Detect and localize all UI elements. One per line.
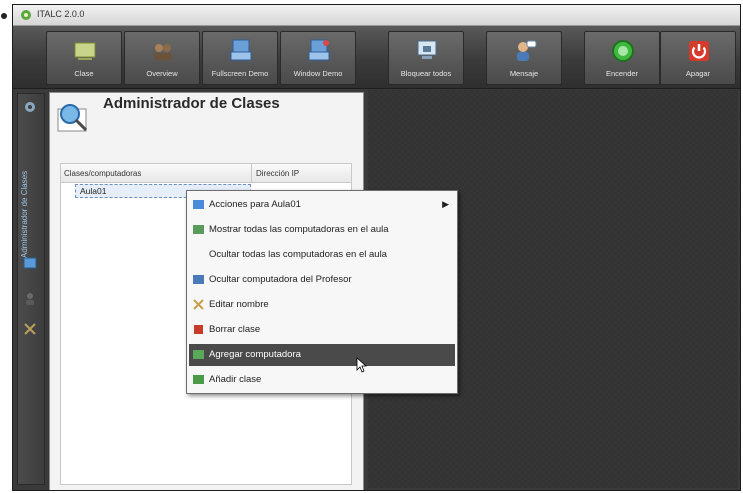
snapshot-icon[interactable]: [23, 256, 37, 270]
message-button[interactable]: Mensaje: [486, 31, 562, 85]
left-sidebar: Administrador de Clases: [17, 93, 45, 485]
menu-item-show-all[interactable]: Mostrar todas las computadoras en el aul…: [189, 219, 455, 241]
message-button-label: Mensaje: [509, 69, 539, 78]
magnifier-icon: [57, 104, 88, 132]
delete-icon: [194, 325, 203, 334]
add-computer-icon: [193, 350, 204, 359]
lock-all-icon: [417, 40, 437, 59]
classroom-icon: [74, 42, 96, 60]
power-off-icon: [689, 41, 709, 61]
overview-icon: [154, 44, 172, 60]
show-all-icon: [193, 225, 204, 234]
lock-all-button-label: Bloquear todos: [400, 69, 452, 78]
menu-item-add-computer[interactable]: Agregar computadora: [189, 344, 455, 366]
menu-item-hide-teacher[interactable]: Ocultar computadora del Profesor: [189, 269, 455, 291]
clase-button-label: Clase: [74, 69, 94, 78]
context-menu: Acciones para Aula01 ▶ Mostrar todas las…: [186, 190, 458, 394]
menu-item-actions[interactable]: Acciones para Aula01 ▶: [189, 194, 455, 216]
power-on-button[interactable]: Encender: [584, 31, 660, 85]
tree-header: Clases/computadoras Dirección IP: [61, 164, 351, 183]
window-title: ITALC 2.0.0: [37, 9, 85, 19]
title-bar: ITALC 2.0.0: [13, 5, 740, 26]
column-header-ip[interactable]: Dirección IP: [256, 169, 299, 178]
menu-item-label: Agregar computadora: [209, 349, 301, 360]
menu-item-label: Borrar clase: [209, 324, 261, 335]
fullscreen-demo-button-label: Fullscreen Demo: [211, 69, 269, 78]
list-bullet: [1, 13, 7, 19]
gear-icon[interactable]: [23, 100, 37, 114]
window-demo-button[interactable]: Window Demo: [280, 31, 356, 85]
menu-item-label: Ocultar todas las computadoras en el aul…: [209, 249, 387, 260]
submenu-arrow-icon: ▶: [442, 199, 449, 209]
app-logo-icon: [21, 10, 31, 20]
column-divider: [251, 164, 252, 182]
menu-item-add-class[interactable]: Añadir clase: [189, 369, 455, 391]
column-header-classes[interactable]: Clases/computadoras: [64, 169, 141, 178]
menu-item-hide-all[interactable]: Ocultar todas las computadoras en el aul…: [189, 244, 455, 266]
window-demo-icon: [308, 39, 330, 61]
message-icon: [517, 40, 537, 61]
window-demo-button-label: Window Demo: [293, 69, 343, 78]
edit-icon: [193, 299, 204, 310]
mouse-cursor-icon: [356, 357, 368, 373]
panel-title: Administrador de Clases: [103, 95, 280, 112]
menu-item-label: Acciones para Aula01: [209, 199, 301, 210]
menu-item-edit-name[interactable]: Editar nombre: [189, 294, 455, 316]
overview-button-label: Overview: [146, 69, 178, 78]
hide-teacher-icon: [193, 275, 204, 284]
overview-button[interactable]: Overview: [124, 31, 200, 85]
add-class-icon: [193, 375, 204, 384]
menu-item-label: Ocultar computadora del Profesor: [209, 274, 352, 285]
power-off-button[interactable]: Apagar: [660, 31, 736, 85]
clase-button[interactable]: Clase: [46, 31, 122, 85]
power-on-icon: [612, 40, 634, 62]
menu-item-label: Añadir clase: [209, 374, 262, 385]
menu-item-delete-class[interactable]: Borrar clase: [189, 319, 455, 341]
power-off-button-label: Apagar: [685, 69, 711, 78]
actions-icon: [193, 200, 204, 209]
power-on-button-label: Encender: [605, 69, 639, 78]
fullscreen-demo-icon: [230, 39, 252, 61]
lock-all-button[interactable]: Bloquear todos: [388, 31, 464, 85]
person-icon[interactable]: [23, 292, 37, 306]
fullscreen-demo-button[interactable]: Fullscreen Demo: [202, 31, 278, 85]
tools-icon[interactable]: [23, 322, 37, 336]
menu-item-label: Mostrar todas las computadoras en el aul…: [209, 224, 389, 235]
main-toolbar: Clase Overview Fullscreen Demo Window De…: [13, 26, 740, 89]
menu-item-label: Editar nombre: [209, 299, 269, 310]
